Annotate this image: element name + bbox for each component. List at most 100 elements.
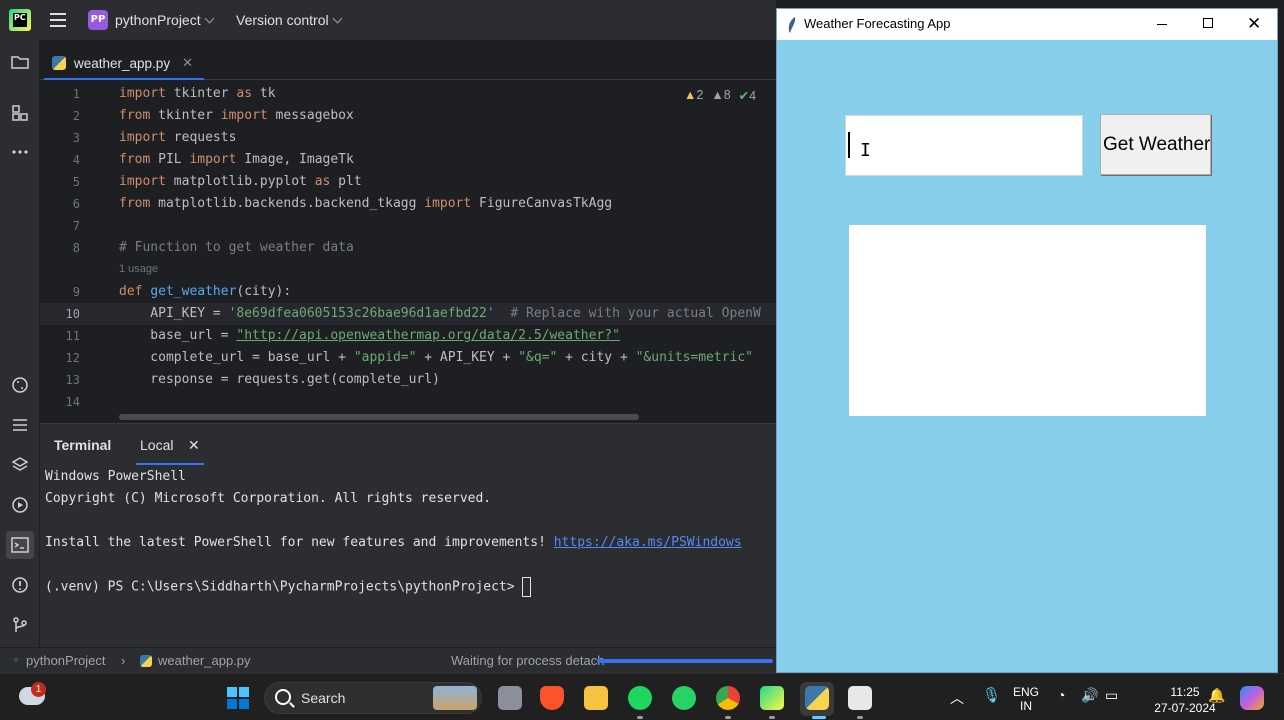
code-line: 11 base_url = "http://api.openweathermap… — [65, 328, 620, 343]
ibeam-cursor-icon: I — [860, 140, 871, 161]
text-caret — [848, 132, 850, 158]
clock-date: 27-07-2024 — [1154, 701, 1216, 715]
ide-status-bar: ▫ pythonProject › weather_app.py Waiting… — [0, 647, 776, 673]
terminal-tool-title[interactable]: Terminal — [54, 437, 111, 453]
breadcrumb-project[interactable]: pythonProject — [26, 653, 106, 668]
python-file-icon — [140, 655, 152, 670]
usage-hint[interactable]: 1 usage — [119, 263, 158, 275]
task-view-icon[interactable] — [498, 686, 522, 710]
layers-icon[interactable] — [10, 455, 30, 475]
python-file-icon — [52, 56, 66, 70]
spotify-icon[interactable] — [628, 686, 652, 710]
terminal-icon[interactable] — [6, 531, 34, 559]
folder-icon[interactable] — [10, 52, 30, 72]
code-line: 1 import tkinter as tk — [72, 86, 276, 101]
notification-badge: 1 — [31, 682, 46, 697]
close-tab-icon[interactable]: ✕ — [188, 437, 200, 454]
whatsapp-icon[interactable] — [672, 686, 696, 710]
code-line: 5 import matplotlib.pyplot as plt — [72, 174, 362, 189]
running-indicator — [857, 716, 863, 719]
services-run-icon[interactable] — [10, 495, 30, 515]
more-tools-icon[interactable] — [10, 142, 30, 162]
microphone-icon[interactable]: 🎙 — [982, 686, 1001, 704]
code-line: 6 from matplotlib.backends.backend_tkagg … — [72, 196, 613, 211]
taskbar-search[interactable]: Search — [264, 682, 482, 714]
pycharm-taskbar-icon[interactable] — [760, 686, 784, 710]
editor-tab-bar: weather_app.py ✕ — [40, 40, 776, 80]
code-line: 8 # Function to get weather data — [72, 240, 354, 255]
git-icon[interactable] — [10, 615, 30, 635]
running-indicator — [725, 716, 731, 719]
clock-time: 11:25 — [1170, 685, 1200, 699]
powershell-link[interactable]: https://aka.ms/PSWindows — [554, 535, 742, 550]
minimize-button[interactable] — [1139, 9, 1185, 40]
tab-local[interactable]: Local — [140, 437, 173, 453]
search-icon — [275, 689, 291, 705]
code-line: 3 import requests — [72, 130, 237, 145]
project-badge[interactable]: PP — [88, 10, 108, 30]
window-title-bar[interactable]: Weather Forecasting App ✕ — [777, 9, 1277, 40]
code-editor[interactable]: ▲2 ▲8 ✔4 1 import tkinter as tk 2 from tki… — [40, 81, 776, 423]
close-window-button[interactable]: ✕ — [1231, 9, 1277, 40]
code-line: 4 from PIL import Image, ImageTk — [72, 152, 354, 167]
structure-icon[interactable] — [10, 103, 30, 123]
chevron-down-icon — [332, 13, 343, 24]
get-weather-button[interactable]: Get Weather — [1100, 114, 1211, 175]
ide-title-bar: PC PP pythonProject Version control — [0, 0, 776, 40]
notifications-bell-icon[interactable]: 🔔 — [1208, 687, 1225, 704]
horizontal-scrollbar[interactable] — [119, 414, 639, 420]
weather-app-window: Weather Forecasting App ✕ I Get Weather — [776, 8, 1278, 673]
windows-taskbar: 1 Search ︿ 🎙 ENG IN ◔ 🔊 ▭ 11:25 27-07-2024… — [0, 673, 1284, 720]
copilot-icon[interactable] — [1240, 686, 1264, 710]
breadcrumb-file[interactable]: weather_app.py — [158, 653, 251, 668]
search-placeholder: Search — [301, 690, 346, 706]
python-tk-window-icon[interactable] — [805, 686, 829, 710]
language-indicator[interactable]: ENG IN — [1012, 685, 1040, 713]
battery-icon[interactable]: ▭ — [1105, 687, 1118, 704]
problems-icon[interactable] — [10, 575, 30, 595]
brave-browser-icon[interactable] — [540, 686, 564, 710]
wifi-icon[interactable]: ◔ — [1057, 687, 1065, 703]
background-task-progress — [597, 659, 773, 663]
file-explorer-icon[interactable] — [584, 686, 608, 710]
code-line: 2 from tkinter import messagebox — [72, 108, 354, 123]
terminal-cursor — [522, 577, 532, 597]
windows-start-icon[interactable] — [226, 686, 250, 710]
terminal-line: Install the latest PowerShell for new fe… — [45, 535, 742, 550]
code-line: 12 complete_url = base_url + "appid=" + … — [65, 350, 754, 365]
snipping-tool-icon[interactable] — [848, 686, 872, 710]
show-hidden-icons-chevron-icon[interactable]: ︿ — [950, 688, 964, 708]
maximize-button[interactable] — [1185, 9, 1231, 40]
tab-label: weather_app.py — [74, 55, 171, 71]
module-icon: ▫ — [14, 654, 18, 666]
code-line: 7 — [72, 219, 80, 233]
volume-icon[interactable]: 🔊 — [1081, 687, 1098, 704]
breadcrumb-separator-icon: › — [121, 653, 126, 668]
background-task-message[interactable]: Waiting for process detach — [451, 653, 604, 668]
python-console-icon[interactable] — [10, 375, 30, 395]
version-control-menu[interactable]: Version control — [236, 12, 329, 28]
tab-weather-app-py[interactable]: weather_app.py ✕ — [52, 46, 193, 80]
city-input[interactable]: I — [845, 115, 1083, 176]
tool-window-strip — [0, 40, 40, 647]
code-line: 13 response = requests.get(complete_url) — [65, 372, 440, 387]
terminal-prompt[interactable]: (.venv) PS C:\Users\Siddharth\PycharmPro… — [45, 577, 532, 597]
terminal-output[interactable]: Windows PowerShell Copyright (C) Microso… — [40, 465, 776, 647]
close-tab-icon[interactable]: ✕ — [182, 55, 193, 71]
pycharm-logo-icon[interactable]: PC — [9, 9, 31, 31]
window-title: Weather Forecasting App — [804, 16, 951, 31]
chrome-icon[interactable] — [716, 686, 740, 710]
terminal-line: Windows PowerShell — [45, 469, 186, 484]
project-name-menu[interactable]: pythonProject — [115, 12, 201, 28]
chevron-down-icon — [204, 13, 215, 24]
main-menu-icon[interactable] — [50, 13, 66, 27]
running-indicator — [637, 716, 643, 719]
terminal-header: Terminal Local ✕ — [40, 423, 776, 465]
terminal-line: Copyright (C) Microsoft Corporation. All… — [45, 491, 492, 506]
code-line: 14 — [65, 395, 80, 409]
tk-feather-icon — [788, 17, 796, 33]
todo-list-icon[interactable] — [10, 415, 30, 435]
search-highlight-image-icon — [433, 686, 477, 710]
weather-result-panel — [849, 225, 1206, 416]
active-indicator — [812, 716, 826, 719]
